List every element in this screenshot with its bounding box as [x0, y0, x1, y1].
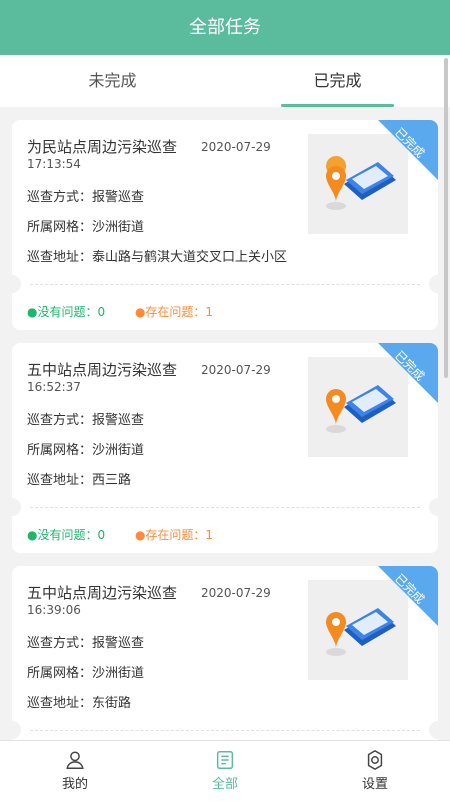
issue-count: ●存在问题：1 — [134, 528, 214, 542]
address-label: 巡查地址： — [27, 473, 93, 488]
method-label: 巡查方式： — [27, 413, 93, 428]
task-method: 巡查方式：报警巡查 — [27, 632, 144, 651]
task-address: 巡查地址：泰山路与鹤淇大道交叉口上关小区 — [27, 246, 287, 265]
nav-settings-label: 设置 — [361, 777, 388, 792]
nav-my[interactable]: 我的 — [0, 741, 150, 801]
address-value: 西三路 — [92, 473, 132, 488]
task-card[interactable]: 五中站点周边污染巡查 2020-07-29 16:52:37 巡查方式：报警巡查… — [12, 343, 438, 553]
scrollbar[interactable] — [444, 58, 448, 378]
user-icon — [66, 751, 84, 769]
task-time: 16:52:37 — [27, 380, 81, 394]
tab-completed[interactable]: 已完成 — [225, 55, 450, 107]
task-address: 巡查地址：西三路 — [27, 469, 131, 488]
grid-label: 所属网格： — [27, 666, 93, 681]
tab-bar: 未完成 已完成 — [0, 55, 450, 107]
gear-icon — [367, 749, 383, 771]
task-date: 2020-07-29 — [201, 363, 271, 377]
address-value: 东街路 — [92, 696, 132, 711]
completed-badge: 已完成 — [378, 566, 438, 626]
address-label: 巡查地址： — [27, 250, 93, 265]
grid-value: 沙洲街道 — [92, 443, 145, 458]
task-date: 2020-07-29 — [201, 586, 271, 600]
grid-label: 所属网格： — [27, 220, 93, 235]
card-notch-right — [429, 721, 438, 739]
page-header: 全部任务 — [0, 0, 450, 55]
card-notch-right — [429, 498, 438, 516]
grid-value: 沙洲街道 — [92, 666, 145, 681]
task-stats: ●没有问题：0 ●存在问题：1 — [27, 303, 213, 320]
nav-all-label: 全部 — [211, 777, 238, 792]
no-issue-count: ●没有问题：0 — [27, 528, 106, 542]
nav-settings[interactable]: 设置 — [300, 741, 450, 801]
card-divider — [30, 730, 420, 731]
method-label: 巡查方式： — [27, 636, 93, 651]
bottom-nav: 我的 全部 设置 — [0, 740, 450, 801]
method-value: 报警巡查 — [92, 190, 145, 205]
card-notch-right — [429, 275, 438, 293]
task-title: 五中站点周边污染巡查 — [27, 584, 178, 602]
nav-all[interactable]: 全部 — [150, 741, 300, 801]
method-label: 巡查方式： — [27, 190, 93, 205]
task-title: 五中站点周边污染巡查 — [27, 361, 178, 379]
card-divider — [30, 284, 420, 285]
grid-label: 所属网格： — [27, 443, 93, 458]
task-stats: ●没有问题：0 ●存在问题：1 — [27, 526, 213, 543]
address-label: 巡查地址： — [27, 696, 93, 711]
tab-incomplete[interactable]: 未完成 — [0, 55, 225, 107]
method-value: 报警巡查 — [92, 413, 145, 428]
task-card[interactable]: 五中站点周边污染巡查 2020-07-29 16:39:06 巡查方式：报警巡查… — [12, 566, 438, 740]
task-address: 巡查地址：东街路 — [27, 692, 131, 711]
task-title: 为民站点周边污染巡查 — [27, 138, 178, 156]
card-notch-left — [12, 275, 21, 293]
task-time: 17:13:54 — [27, 157, 81, 171]
grid-value: 沙洲街道 — [92, 220, 145, 235]
page-title: 全部任务 — [189, 17, 261, 38]
task-method: 巡查方式：报警巡查 — [27, 409, 144, 428]
address-value: 泰山路与鹤淇大道交叉口上关小区 — [92, 250, 288, 265]
task-grid: 所属网格：沙洲街道 — [27, 216, 144, 235]
issue-count: ●存在问题：1 — [134, 305, 214, 319]
task-grid: 所属网格：沙洲街道 — [27, 439, 144, 458]
card-divider — [30, 507, 420, 508]
task-method: 巡查方式：报警巡查 — [27, 186, 144, 205]
task-time: 16:39:06 — [27, 603, 81, 617]
completed-badge: 已完成 — [378, 120, 438, 180]
card-notch-left — [12, 498, 21, 516]
card-notch-left — [12, 721, 21, 739]
list-icon — [216, 751, 234, 769]
task-grid: 所属网格：沙洲街道 — [27, 662, 144, 681]
completed-badge: 已完成 — [378, 343, 438, 403]
task-card[interactable]: 为民站点周边污染巡查 2020-07-29 17:13:54 巡查方式：报警巡查… — [12, 120, 438, 330]
no-issue-count: ●没有问题：0 — [27, 305, 106, 319]
task-list[interactable]: 为民站点周边污染巡查 2020-07-29 17:13:54 巡查方式：报警巡查… — [0, 107, 450, 740]
method-value: 报警巡查 — [92, 636, 145, 651]
task-date: 2020-07-29 — [201, 140, 271, 154]
nav-my-label: 我的 — [61, 777, 88, 792]
